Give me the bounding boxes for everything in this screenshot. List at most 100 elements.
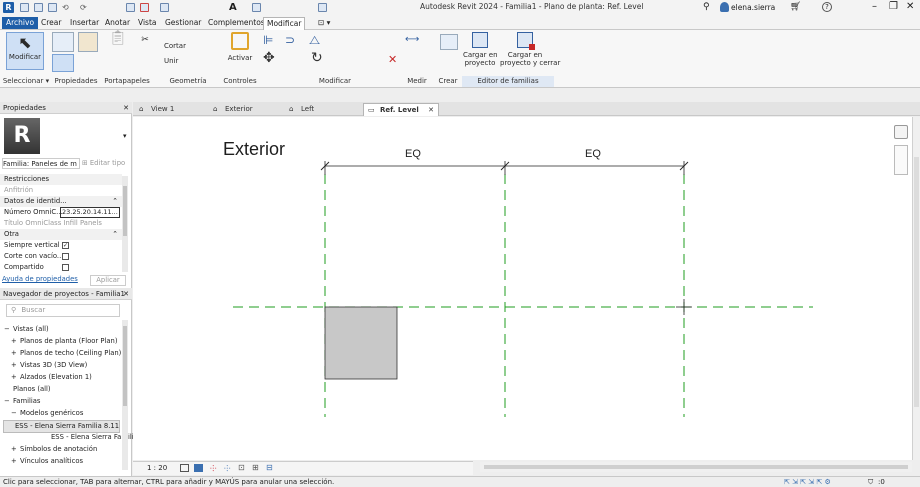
- prop-cat-identidad[interactable]: Datos de identid... ⌃: [0, 196, 122, 207]
- nav-bar[interactable]: [894, 145, 908, 175]
- tab-left[interactable]: ⌂ Left: [285, 103, 357, 116]
- undo-icon[interactable]: ⟲: [62, 3, 71, 12]
- create-tool-icon[interactable]: [440, 34, 458, 50]
- tree-toggle-icon[interactable]: +: [11, 336, 20, 347]
- close-properties-icon[interactable]: ✕: [123, 102, 129, 114]
- filter-icon[interactable]: ⛉: [868, 477, 873, 487]
- type-properties-button[interactable]: [78, 32, 98, 52]
- minimize-icon[interactable]: –: [872, 1, 877, 12]
- browser-item[interactable]: + Símbolos de anotación: [11, 444, 97, 455]
- save-icon[interactable]: [34, 3, 43, 12]
- switch-windows-icon[interactable]: [318, 3, 327, 12]
- siempre-vertical-checkbox[interactable]: ✓: [62, 242, 69, 249]
- tab-insertar[interactable]: Insertar: [67, 17, 102, 29]
- show-crop-icon[interactable]: ⊞: [252, 463, 259, 472]
- tab-anotar[interactable]: Anotar: [102, 17, 133, 29]
- browser-item[interactable]: + Vistas 3D (3D View): [11, 360, 87, 371]
- browser-item[interactable]: − Familias: [4, 396, 40, 407]
- corte-vacio-checkbox[interactable]: [62, 253, 69, 260]
- load-and-close-button[interactable]: Cargar en proyecto y cerrar: [500, 32, 560, 74]
- tab-ref-level[interactable]: ▭ Ref. Level ✕: [363, 103, 439, 116]
- temp-hide-icon[interactable]: ⸭: [224, 463, 231, 474]
- paste-button[interactable]: 📋︎: [108, 31, 128, 68]
- detail-level-icon[interactable]: [180, 464, 189, 472]
- tree-toggle-icon[interactable]: +: [11, 372, 20, 383]
- measure-icon[interactable]: [140, 3, 149, 12]
- drawing-canvas[interactable]: Exterior EQ EQ: [133, 117, 912, 460]
- view-cube-icon[interactable]: [894, 125, 908, 139]
- delete-icon[interactable]: ✕: [388, 54, 397, 65]
- browser-item[interactable]: − Vistas (all): [4, 324, 49, 335]
- close-tab-icon[interactable]: ✕: [428, 104, 434, 117]
- browser-item[interactable]: + Vínculos analíticos: [11, 456, 83, 467]
- contextual-tab-icon[interactable]: ⊡ ▾: [315, 17, 333, 29]
- close-browser-icon[interactable]: ✕: [123, 288, 129, 300]
- redo-icon[interactable]: ⟳: [80, 3, 89, 12]
- unir-button[interactable]: Unir: [164, 57, 194, 66]
- cart-icon[interactable]: 🛒︎: [790, 2, 801, 12]
- revit-logo-icon[interactable]: R: [3, 2, 14, 13]
- 3d-view-icon[interactable]: [252, 3, 261, 12]
- browser-scrollbar[interactable]: [122, 320, 128, 470]
- prop-cat-otra[interactable]: Otra ⌃: [0, 229, 122, 240]
- tree-toggle-icon[interactable]: +: [11, 456, 20, 467]
- reveal-hidden-icon[interactable]: ⸭: [210, 463, 217, 474]
- tab-view-1[interactable]: ⌂ View 1: [135, 103, 207, 116]
- vertical-scrollbar[interactable]: [912, 117, 920, 460]
- family-types-button[interactable]: [52, 54, 74, 72]
- help-icon[interactable]: ?: [822, 2, 832, 12]
- dimension-icon[interactable]: [160, 3, 169, 12]
- modify-button[interactable]: ⬉ Modificar: [6, 32, 44, 70]
- browser-item[interactable]: + Alzados (Elevation 1): [11, 372, 92, 383]
- tab-exterior[interactable]: ⌂ Exterior: [209, 103, 281, 116]
- user-name[interactable]: elena.sierra: [731, 3, 775, 12]
- tree-toggle-icon[interactable]: −: [4, 324, 13, 335]
- close-icon[interactable]: ✕: [906, 1, 914, 12]
- prop-cat-restricciones[interactable]: Restricciones: [0, 174, 122, 185]
- scale-selector[interactable]: 1 : 20: [147, 464, 167, 472]
- properties-button[interactable]: [52, 32, 74, 52]
- sync-icon[interactable]: [48, 3, 57, 12]
- properties-help-link[interactable]: Ayuda de propiedades: [2, 275, 78, 283]
- browser-item[interactable]: + Planos de planta (Floor Plan): [11, 336, 117, 347]
- offset-icon[interactable]: ⊃: [285, 34, 295, 46]
- tree-toggle-icon[interactable]: −: [4, 396, 13, 407]
- cortar-button[interactable]: Cortar: [164, 42, 194, 51]
- properties-scrollbar[interactable]: [122, 176, 128, 272]
- tree-toggle-icon[interactable]: +: [11, 348, 20, 359]
- type-selector-arrow[interactable]: ▾: [123, 132, 127, 140]
- move-icon[interactable]: ✥: [263, 51, 275, 65]
- crop-view-icon[interactable]: ⊡: [238, 463, 245, 472]
- activate-controls-button[interactable]: Activar: [226, 32, 254, 72]
- measure-tool-icon[interactable]: ⟷: [405, 35, 419, 45]
- tab-crear[interactable]: Crear: [38, 17, 64, 29]
- browser-item[interactable]: − Modelos genéricos: [11, 408, 83, 419]
- selection-icons[interactable]: ⇱ ⇲ ⇱ ⇲ ⇱ ⚙: [784, 477, 831, 487]
- cut-button[interactable]: ✂: [136, 36, 154, 46]
- tree-toggle-icon[interactable]: +: [11, 360, 20, 371]
- open-icon[interactable]: [20, 3, 29, 12]
- browser-search[interactable]: ⚲ Buscar: [6, 304, 120, 317]
- browser-item[interactable]: Planos (all): [4, 384, 51, 395]
- omniclass-number-field[interactable]: 23.25.20.14.11...: [60, 207, 120, 218]
- browser-item[interactable]: + Planos de techo (Ceiling Plan): [11, 348, 121, 359]
- print-icon[interactable]: [126, 3, 135, 12]
- dimension-label-2[interactable]: EQ: [585, 148, 601, 160]
- mirror-icon[interactable]: ⧍: [309, 34, 320, 46]
- family-type-select[interactable]: Familia: Paneles de m: [2, 158, 80, 169]
- tree-toggle-icon[interactable]: −: [11, 408, 20, 419]
- tab-vista[interactable]: Vista: [135, 17, 160, 29]
- analytical-icon[interactable]: ⊟: [266, 463, 273, 472]
- binoculars-icon[interactable]: ⚲: [703, 2, 710, 12]
- text-icon[interactable]: A: [229, 2, 237, 13]
- tab-archivo[interactable]: Archivo: [2, 17, 39, 29]
- tab-modificar[interactable]: Modificar: [263, 17, 306, 31]
- tab-complementos[interactable]: Complementos: [205, 17, 268, 29]
- panel-seleccionar[interactable]: Seleccionar ▾: [2, 76, 50, 87]
- visual-style-icon[interactable]: [194, 464, 203, 472]
- rotate-icon[interactable]: ↻: [311, 51, 323, 65]
- user-icon[interactable]: [720, 2, 729, 12]
- load-into-project-button[interactable]: Cargar en proyecto: [463, 32, 498, 74]
- restore-icon[interactable]: ❐: [889, 1, 898, 12]
- align-icon[interactable]: ⊫: [263, 34, 273, 46]
